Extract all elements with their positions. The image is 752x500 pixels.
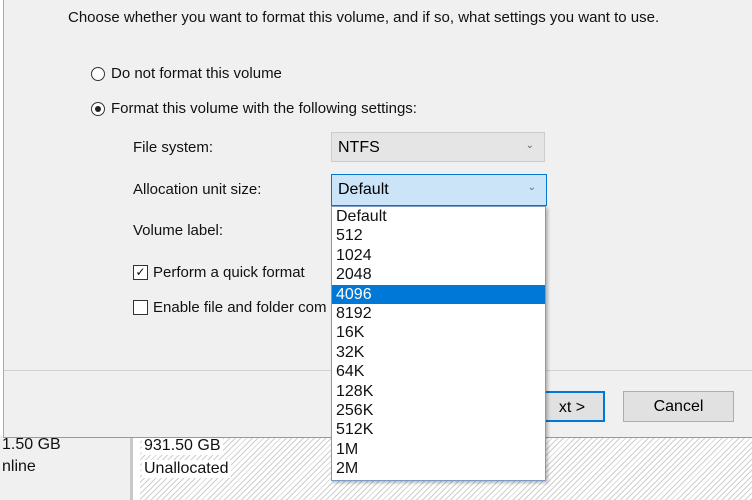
instruction-text: Choose whether you want to format this v…	[68, 9, 660, 26]
dropdown-option[interactable]: 512K	[332, 420, 545, 439]
dropdown-option[interactable]: 1024	[332, 246, 545, 265]
chevron-down-icon: ⌄	[527, 182, 536, 193]
dropdown-option[interactable]: 16K	[332, 323, 545, 342]
no-format-label[interactable]: Do not format this volume	[111, 65, 282, 82]
chevron-down-icon: ⌄	[525, 140, 534, 151]
quick-format-checkbox[interactable]: ✓	[133, 265, 148, 280]
dropdown-option[interactable]: 4096	[332, 284, 545, 304]
partition-size: 931.50 GB	[142, 437, 223, 455]
dropdown-option[interactable]: 8192	[332, 304, 545, 323]
dropdown-option[interactable]: 32K	[332, 343, 545, 362]
dropdown-option[interactable]: 1M	[332, 440, 545, 459]
volume-label-label: Volume label:	[133, 222, 224, 239]
compression-label[interactable]: Enable file and folder com	[153, 299, 326, 316]
dropdown-option[interactable]: 64K	[332, 362, 545, 381]
allocation-dropdown-list: Default 512 1024 2048 4096 8192 16K 32K 64K 128K 2…	[331, 206, 546, 481]
dropdown-option[interactable]: Default	[332, 207, 545, 226]
allocation-select[interactable]: Default ⌄	[331, 174, 547, 206]
dropdown-option[interactable]: 512	[332, 226, 545, 245]
dropdown-option[interactable]: 2048	[332, 265, 545, 284]
compression-checkbox[interactable]	[133, 300, 148, 315]
partition-status: Unallocated	[142, 460, 231, 478]
file-system-value: NTFS	[338, 139, 380, 156]
quick-format-label[interactable]: Perform a quick format	[153, 264, 305, 281]
file-system-select[interactable]: NTFS ⌄	[331, 132, 545, 162]
format-radio[interactable]	[91, 102, 105, 116]
allocation-value: Default	[338, 181, 389, 198]
cancel-button[interactable]: Cancel	[623, 391, 734, 422]
dropdown-option[interactable]: 128K	[332, 382, 545, 401]
dropdown-option[interactable]: 256K	[332, 401, 545, 420]
no-format-radio[interactable]	[91, 67, 105, 81]
file-system-label: File system:	[133, 139, 214, 156]
allocation-label: Allocation unit size:	[133, 181, 262, 198]
dropdown-option[interactable]: 2M	[332, 459, 545, 478]
format-label[interactable]: Format this volume with the following se…	[111, 100, 417, 117]
disk-size: 1.50 GB	[0, 436, 63, 454]
disk-status: nline	[0, 458, 38, 476]
